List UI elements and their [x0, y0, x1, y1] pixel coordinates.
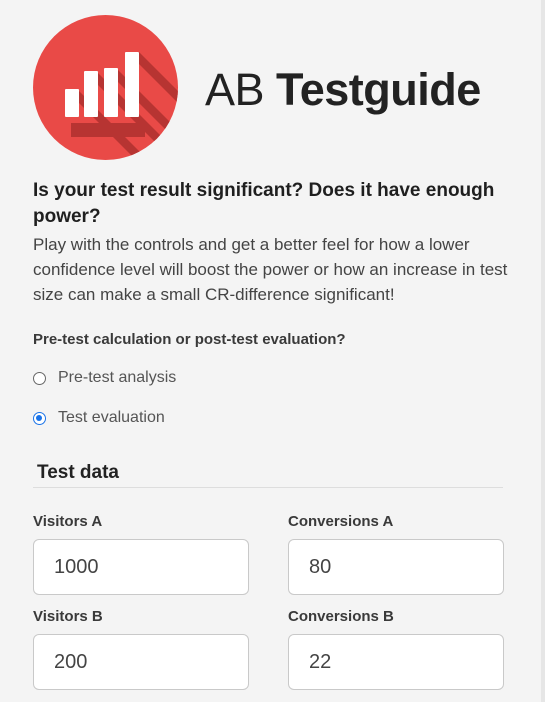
scrollbar[interactable]: [541, 0, 545, 702]
conversions-a-input[interactable]: [288, 539, 504, 595]
radio-button-checked[interactable]: [33, 411, 46, 425]
mode-question: Pre-test calculation or post-test evalua…: [33, 331, 346, 348]
brand-name-bold: Testguide: [276, 64, 481, 115]
radio-button-unchecked[interactable]: [33, 371, 46, 385]
visitors-a-label: Visitors A: [33, 513, 103, 530]
brand-name-regular: AB: [205, 64, 265, 115]
bar-chart-logo-icon: [33, 15, 178, 160]
intro-text: Play with the controls and get a better …: [33, 235, 508, 304]
radio-pre-test-analysis[interactable]: Pre-test analysis: [33, 369, 176, 387]
brand-name: AB Testguide: [205, 65, 481, 115]
visitors-b-input[interactable]: [33, 634, 249, 690]
conversions-b-input[interactable]: [288, 634, 504, 690]
conversions-b-label: Conversions B: [288, 608, 394, 625]
radio-label: Test evaluation: [58, 409, 165, 426]
visitors-a-input[interactable]: [33, 539, 249, 595]
section-divider: [33, 487, 503, 488]
section-title-test-data: Test data: [37, 462, 120, 483]
radio-test-evaluation[interactable]: Test evaluation: [33, 409, 165, 427]
logo[interactable]: AB Testguide: [33, 15, 513, 160]
conversions-a-label: Conversions A: [288, 513, 394, 530]
visitors-b-label: Visitors B: [33, 608, 103, 625]
page-headline: Is your test result significant? Does it…: [33, 180, 495, 227]
radio-label: Pre-test analysis: [58, 369, 177, 386]
